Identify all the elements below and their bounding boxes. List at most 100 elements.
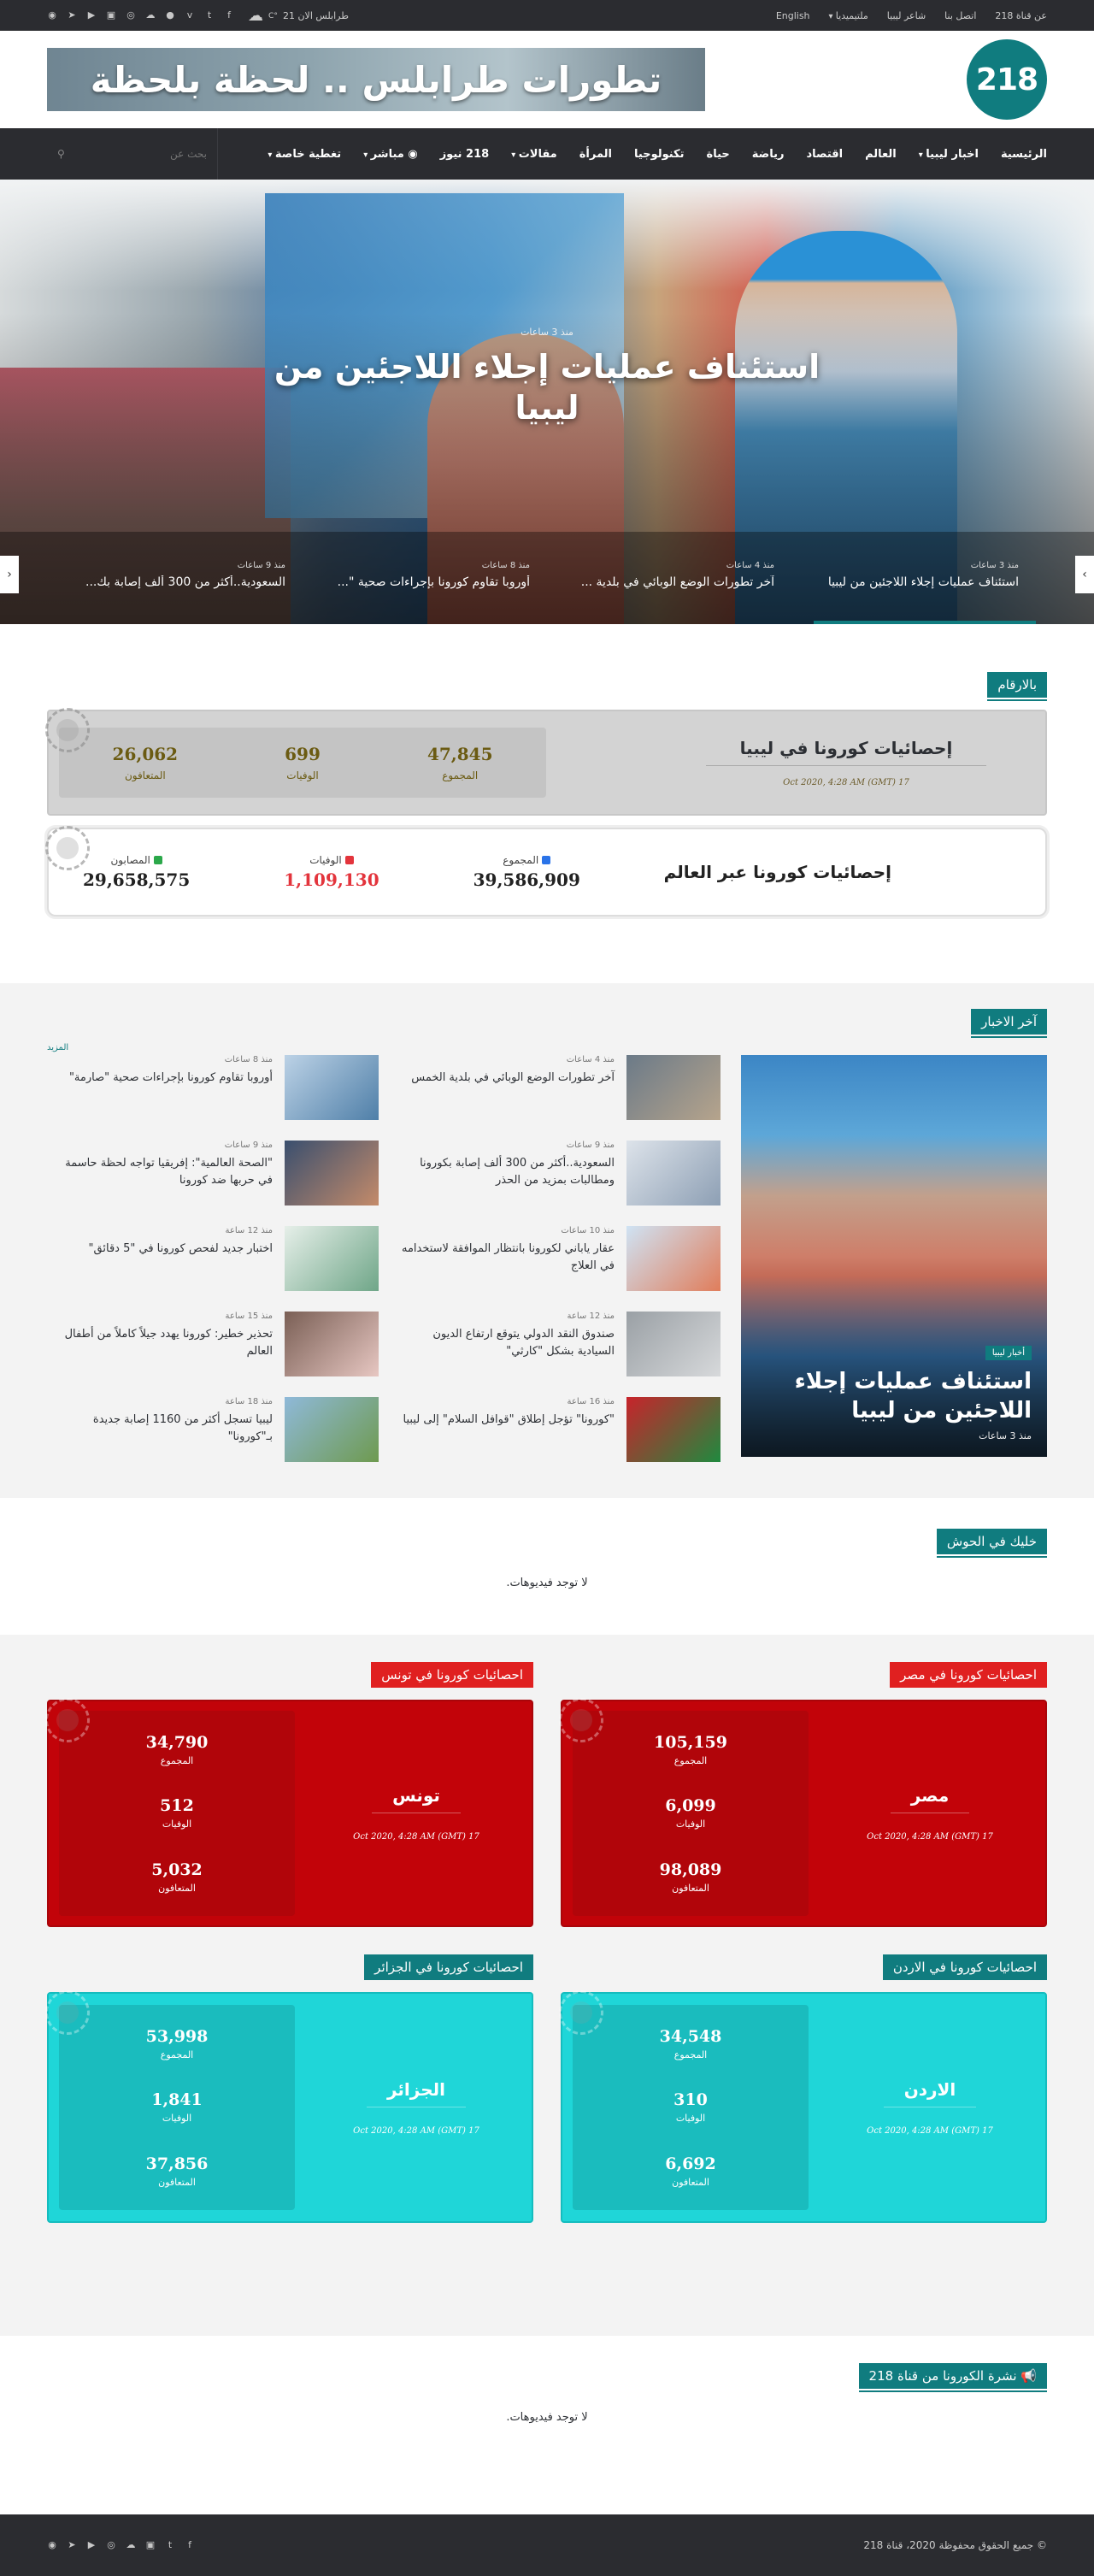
play-icon[interactable]: ▶ — [86, 10, 97, 21]
slide-title: السعودية..أكثر من 300 ألف إصابة بك... — [85, 575, 285, 589]
top-nav-contact[interactable]: اتصل بنا — [944, 10, 976, 21]
search-input[interactable] — [79, 148, 207, 160]
menu-item-economy[interactable]: اقتصاد — [806, 148, 843, 161]
thumbnail[interactable] — [626, 1141, 721, 1205]
more-link[interactable]: المزيد — [47, 1043, 68, 1052]
list-item[interactable]: منذ 12 ساعة اختبار جديد لفحص كورونا في "5… — [57, 1226, 379, 1291]
item-title[interactable]: "كورونا" تؤجل إطلاق "قوافل السلام" إلى ل… — [399, 1412, 615, 1429]
youtube-icon[interactable]: ▣ — [106, 10, 116, 21]
apple-icon[interactable]: ● — [165, 10, 175, 21]
list-item[interactable]: منذ 9 ساعات "الصحة العالمية": إفريقيا توا… — [57, 1141, 379, 1205]
youtube-icon[interactable]: ▣ — [145, 2540, 156, 2550]
top-nav-english[interactable]: English — [776, 10, 810, 21]
site-logo[interactable]: 218 — [967, 39, 1047, 120]
thumbnail[interactable] — [626, 1055, 721, 1120]
vimeo-icon[interactable]: v — [185, 10, 195, 21]
featured-title[interactable]: استئناف عمليات إجلاء اللاجئين من ليبيا — [756, 1367, 1032, 1425]
header-banner[interactable]: تطورات طرابلس .. لحظة بلحظة — [47, 48, 705, 111]
libya-recovered-label: المتعافون — [124, 769, 166, 781]
item-title[interactable]: أوروبا تقاوم كورونا بإجراءات صحية "صارمة… — [57, 1070, 273, 1087]
thumbnail[interactable] — [626, 1226, 721, 1291]
top-nav-about[interactable]: عن قناة 218 — [995, 10, 1047, 21]
chevron-right-icon[interactable]: › — [1075, 556, 1094, 593]
thumbnail[interactable] — [285, 1397, 379, 1462]
menu-item-articles[interactable]: مقالات — [511, 148, 557, 161]
telegram-icon[interactable]: ➤ — [67, 10, 77, 21]
libya-stats-title: إحصائيات كورونا في ليبيا — [705, 738, 987, 766]
country-recovered: 98,089 — [659, 1860, 722, 1880]
hero-slide-3[interactable]: منذ 8 ساعات أوروبا تقاوم كورونا بإجراءات… — [303, 532, 547, 624]
recovered-label: المتعافون — [158, 1883, 196, 1895]
hero-slider[interactable]: منذ 3 ساعات استئناف عمليات إجلاء اللاجئي… — [0, 180, 1094, 624]
list-item[interactable]: منذ 16 ساعة "كورونا" تؤجل إطلاق "قوافل ال… — [399, 1397, 721, 1462]
play-icon[interactable]: ▶ — [86, 2540, 97, 2550]
top-nav-poet[interactable]: شاعر ليبيا — [887, 10, 926, 21]
list-item[interactable]: منذ 12 ساعة صندوق النقد الدولي يتوقع ارتف… — [399, 1312, 721, 1376]
list-item[interactable]: منذ 18 ساعة ليبيا تسجل أكثر من 1160 إصابة… — [57, 1397, 379, 1462]
telegram-icon[interactable]: ➤ — [67, 2540, 77, 2550]
world-deaths-label: الوفيات — [309, 854, 342, 866]
thumbnail[interactable] — [285, 1312, 379, 1376]
menu-item-tech[interactable]: تكنولوجيا — [634, 148, 685, 161]
world-infected-label: المصابون — [110, 854, 150, 866]
facebook-icon[interactable]: f — [224, 10, 234, 21]
item-ago: منذ 8 ساعات — [224, 1055, 273, 1064]
thumbnail[interactable] — [285, 1226, 379, 1291]
news-column-2: منذ 8 ساعات أوروبا تقاوم كورونا بإجراءات … — [57, 1055, 379, 1462]
menu-item-live[interactable]: ◉ مباشر — [363, 148, 418, 161]
countries-section: احصائيات كورونا في مصر مصر 17 Oct 2020, 4:… — [0, 1635, 1094, 2336]
featured-news[interactable]: أخبار ليبيا استئناف عمليات إجلاء اللاجئي… — [741, 1055, 1047, 1457]
menu-item-world[interactable]: العالم — [865, 148, 897, 161]
menu-item-woman[interactable]: المرأة — [579, 148, 612, 161]
item-title[interactable]: "الصحة العالمية": إفريقيا تواجه لحظة حاس… — [57, 1155, 273, 1189]
twitter-icon[interactable]: t — [204, 10, 215, 21]
item-title[interactable]: عقار ياباني لكورونا بانتظار الموافقة لاس… — [399, 1241, 615, 1275]
country-stats-block: احصائيات كورونا في الاردن الاردن 17 Oct 20… — [559, 1954, 1047, 2223]
hero-slide-4[interactable]: منذ 9 ساعات السعودية..أكثر من 300 ألف إص… — [58, 532, 303, 624]
hero-title[interactable]: استئناف عمليات إجلاء اللاجئين من ليبيا — [274, 346, 820, 428]
twitter-icon[interactable]: t — [165, 2540, 175, 2550]
soundcloud-icon[interactable]: ☁ — [145, 10, 156, 21]
thumbnail[interactable] — [285, 1141, 379, 1205]
list-item[interactable]: منذ 10 ساعات عقار ياباني لكورونا بانتظار … — [399, 1226, 721, 1291]
search-icon[interactable]: ⚲ — [57, 148, 65, 160]
country-recovered: 37,856 — [145, 2155, 209, 2174]
world-infected: 29,658,575 — [83, 869, 191, 890]
instagram-icon[interactable]: ◎ — [126, 10, 136, 21]
menu-item-sports[interactable]: رياضة — [752, 148, 785, 161]
list-item[interactable]: منذ 15 ساعة تحذير خطير: كورونا يهدد جيلاً… — [57, 1312, 379, 1376]
item-title[interactable]: صندوق النقد الدولي يتوقع ارتفاع الديون ا… — [399, 1326, 615, 1360]
virus-icon — [45, 708, 90, 752]
item-title[interactable]: اختبار جديد لفحص كورونا في "5 دقائق" — [57, 1241, 273, 1258]
item-title[interactable]: السعودية..أكثر من 300 ألف إصابة بكورونا … — [399, 1155, 615, 1189]
hero-slide-1[interactable]: منذ 3 ساعات استئناف عمليات إجلاء اللاجئي… — [791, 532, 1036, 624]
category-badge[interactable]: أخبار ليبيا — [985, 1346, 1032, 1360]
menu-item-home[interactable]: الرئيسية — [1001, 148, 1047, 161]
list-item[interactable]: منذ 4 ساعات آخر تطورات الوضع الوبائي في ب… — [399, 1055, 721, 1120]
soundcloud-icon[interactable]: ☁ — [126, 2540, 136, 2550]
menu-item-news[interactable]: 218 نيوز — [440, 148, 490, 161]
hero-slide-2[interactable]: منذ 4 ساعات آخر تطورات الوضع الوبائي في … — [547, 532, 791, 624]
list-item[interactable]: منذ 9 ساعات السعودية..أكثر من 300 ألف إصا… — [399, 1141, 721, 1205]
total-dot-icon — [542, 856, 551, 864]
menu-item-special[interactable]: تغطية خاصة — [268, 148, 341, 161]
instagram-icon[interactable]: ◎ — [106, 2540, 116, 2550]
item-title[interactable]: ليبيا تسجل أكثر من 1160 إصابة جديدة بـ"ك… — [57, 1412, 273, 1446]
virus-icon — [559, 1698, 603, 1742]
rss-icon[interactable]: ◉ — [47, 10, 57, 21]
thumbnail[interactable] — [626, 1312, 721, 1376]
top-nav-multimedia[interactable]: ملتيميديا — [829, 10, 868, 21]
thumbnail[interactable] — [626, 1397, 721, 1462]
item-title[interactable]: آخر تطورات الوضع الوبائي في بلدية الخمس — [399, 1070, 615, 1087]
slide-ago: منذ 8 ساعات — [481, 561, 530, 570]
list-item[interactable]: منذ 8 ساعات أوروبا تقاوم كورونا بإجراءات … — [57, 1055, 379, 1120]
country-stats-card: الجزائر 17 Oct 2020, 4:28 AM (GMT) 53,998 ا… — [45, 1990, 533, 2223]
chevron-left-icon[interactable]: ‹ — [0, 556, 19, 593]
country-stats-card: الاردن 17 Oct 2020, 4:28 AM (GMT) 34,548 ال… — [559, 1990, 1047, 2223]
item-title[interactable]: تحذير خطير: كورونا يهدد جيلاً كاملاً من … — [57, 1326, 273, 1360]
facebook-icon[interactable]: f — [185, 2540, 195, 2550]
rss-icon[interactable]: ◉ — [47, 2540, 57, 2550]
menu-item-libya[interactable]: اخبار ليبيا — [919, 148, 979, 161]
thumbnail[interactable] — [285, 1055, 379, 1120]
menu-item-life[interactable]: حياة — [707, 148, 730, 161]
